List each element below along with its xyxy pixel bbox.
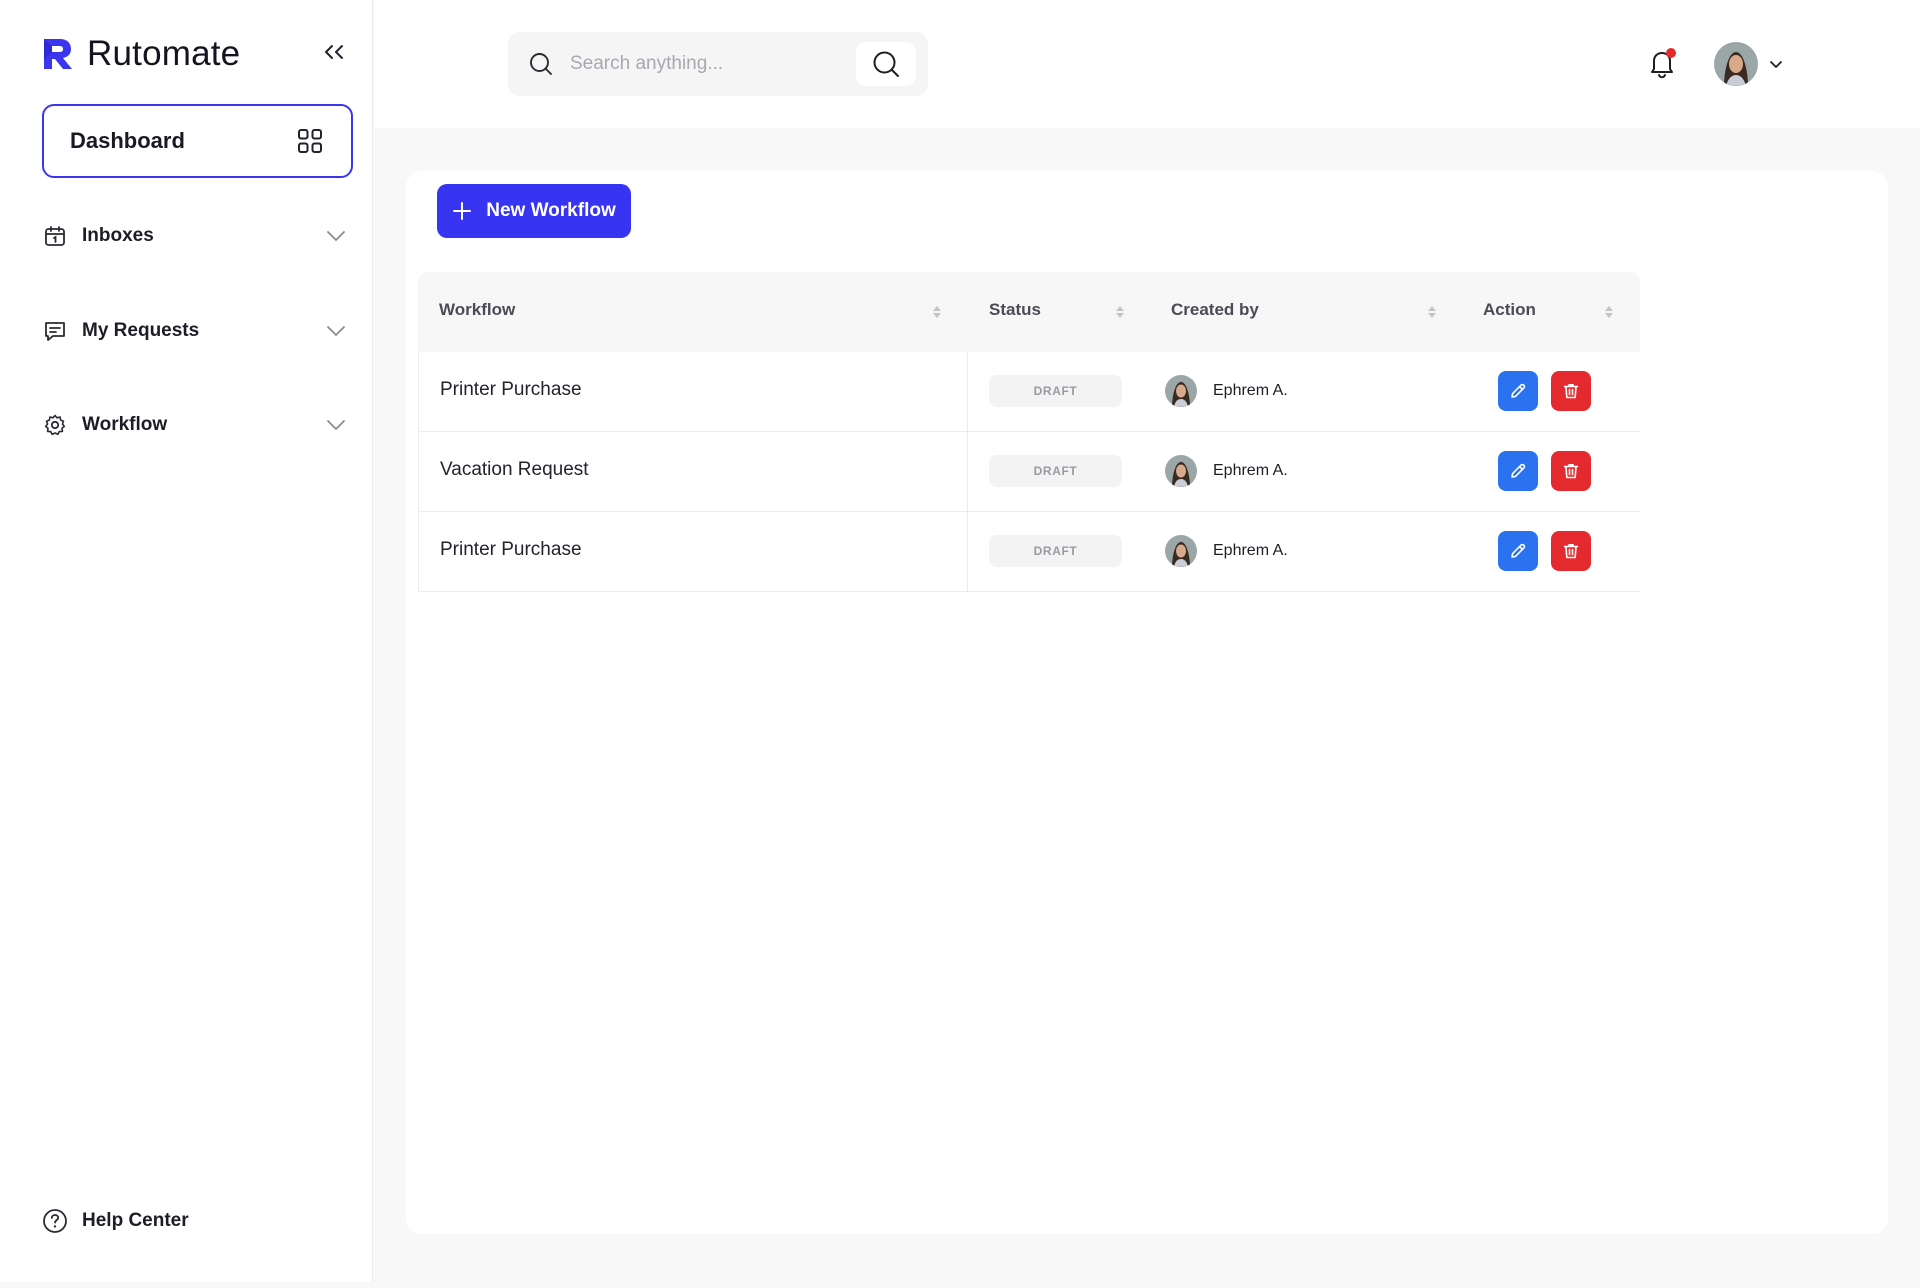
plus-icon — [453, 202, 472, 220]
column-header-workflow[interactable]: Workflow — [439, 300, 515, 320]
pencil-icon — [1511, 543, 1526, 558]
search-box — [508, 32, 928, 96]
delete-button[interactable] — [1551, 531, 1591, 571]
workflow-name[interactable]: Printer Purchase — [440, 379, 582, 401]
search-input[interactable] — [570, 53, 840, 75]
notification-dot — [1666, 48, 1676, 58]
delete-button[interactable] — [1551, 451, 1591, 491]
workflow-cell: Vacation Request — [418, 432, 968, 512]
nav-dashboard[interactable]: Dashboard — [42, 104, 353, 178]
trash-icon — [1563, 384, 1579, 399]
column-header-status[interactable]: Status — [989, 300, 1041, 320]
column-header-action[interactable]: Action — [1483, 300, 1536, 320]
workflow-name[interactable]: Printer Purchase — [440, 539, 582, 561]
status-badge: DRAFT — [989, 375, 1122, 407]
message-icon — [42, 318, 68, 344]
edit-button[interactable] — [1498, 451, 1538, 491]
nav-my-requests[interactable]: My Requests — [42, 311, 353, 351]
edit-button[interactable] — [1498, 531, 1538, 571]
nav-workflow[interactable]: Workflow — [42, 405, 353, 445]
creator-name: Ephrem A. — [1213, 462, 1288, 479]
creator-name: Ephrem A. — [1213, 542, 1288, 559]
sort-icon[interactable] — [932, 304, 942, 320]
calendar-icon — [42, 223, 68, 249]
sort-icon[interactable] — [1604, 304, 1614, 320]
chevron-down-icon[interactable] — [325, 320, 347, 342]
new-workflow-label: New Workflow — [486, 200, 616, 221]
table-row[interactable]: Printer Purchase DRAFT Ephrem A. — [418, 512, 1640, 592]
sort-icon[interactable] — [1115, 304, 1125, 320]
creator-avatar — [1165, 535, 1197, 567]
status-badge: DRAFT — [989, 455, 1122, 487]
status-badge: DRAFT — [989, 535, 1122, 567]
collapse-sidebar-button[interactable] — [318, 38, 350, 66]
nav-inboxes[interactable]: Inboxes — [42, 216, 353, 256]
user-avatar[interactable] — [1714, 42, 1758, 86]
edit-button[interactable] — [1498, 371, 1538, 411]
search-button[interactable] — [856, 42, 916, 86]
nav-inboxes-label: Inboxes — [82, 225, 154, 246]
chevron-down-icon[interactable] — [325, 414, 347, 436]
new-workflow-button[interactable]: New Workflow — [437, 184, 631, 238]
help-center-link[interactable]: Help Center — [42, 1208, 189, 1234]
sidebar: Rutomate Dashboard Inboxes My Requests W… — [0, 0, 373, 1282]
gear-icon — [42, 412, 68, 438]
sort-icon[interactable] — [1427, 304, 1437, 320]
delete-button[interactable] — [1551, 371, 1591, 411]
column-header-created-by[interactable]: Created by — [1171, 300, 1259, 320]
creator-avatar — [1165, 375, 1197, 407]
trash-icon — [1563, 544, 1579, 559]
creator-name: Ephrem A. — [1213, 382, 1288, 399]
search-icon — [873, 51, 899, 77]
pencil-icon — [1511, 463, 1526, 478]
notifications-button[interactable] — [1646, 46, 1678, 80]
double-chevron-left-icon — [325, 45, 343, 59]
workflow-cell: Printer Purchase — [418, 352, 968, 432]
grid-icon — [298, 129, 322, 153]
trash-icon — [1563, 464, 1579, 479]
help-circle-icon — [43, 1209, 67, 1233]
workflow-card: New Workflow Workflow Status Created by … — [406, 171, 1888, 1234]
nav-workflow-label: Workflow — [82, 414, 168, 435]
avatar-image — [1714, 42, 1758, 86]
table-row[interactable]: Vacation Request DRAFT Ephrem A. — [418, 432, 1640, 512]
app-name: Rutomate — [87, 34, 241, 73]
nav-my-requests-label: My Requests — [82, 320, 200, 341]
table-header: Workflow Status Created by Action — [418, 272, 1640, 352]
pencil-icon — [1511, 383, 1526, 398]
chevron-down-icon[interactable] — [325, 225, 347, 247]
table-row[interactable]: Printer Purchase DRAFT Ephrem A. — [418, 352, 1640, 432]
chevron-down-icon[interactable] — [1768, 56, 1784, 72]
creator-avatar — [1165, 455, 1197, 487]
rutomate-logo-icon — [44, 39, 72, 69]
workflow-name[interactable]: Vacation Request — [440, 459, 589, 481]
top-bar — [374, 0, 1920, 128]
help-center-label: Help Center — [82, 1210, 189, 1231]
app-logo[interactable]: Rutomate — [42, 34, 240, 74]
search-icon — [530, 53, 552, 75]
workflow-table: Workflow Status Created by Action Printe… — [418, 272, 1640, 592]
nav-dashboard-label: Dashboard — [70, 128, 185, 153]
workflow-cell: Printer Purchase — [418, 512, 968, 592]
